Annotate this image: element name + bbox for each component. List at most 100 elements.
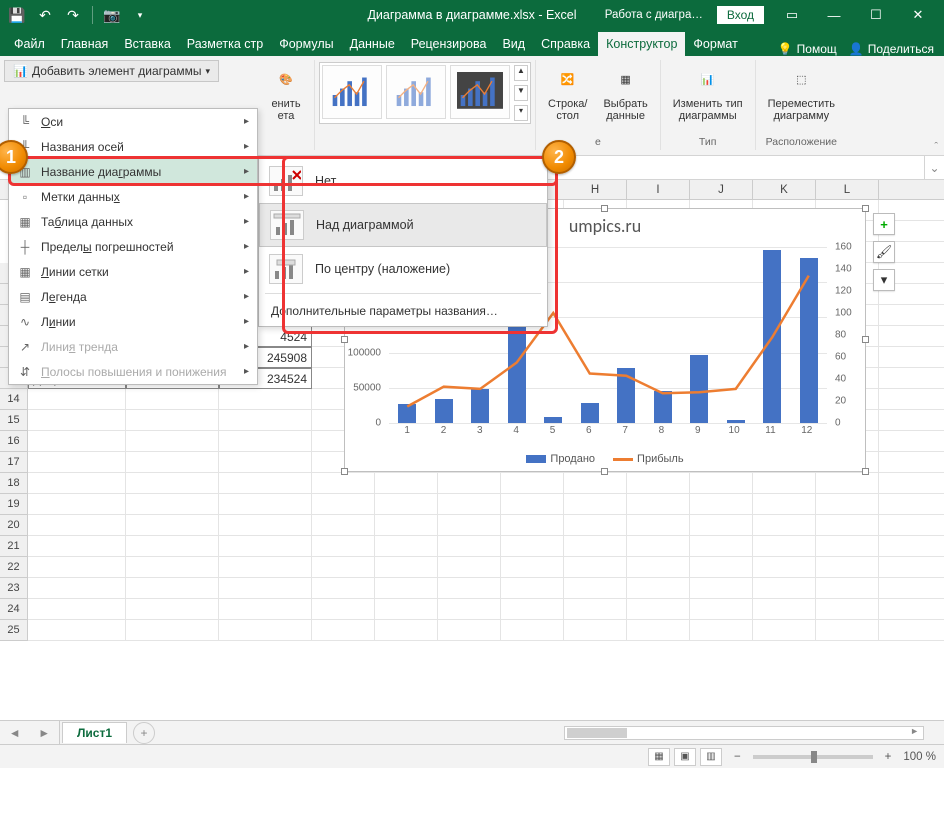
chart-styles-button[interactable]: 🖌 (873, 241, 895, 263)
select-data-icon: ▦ (610, 64, 642, 96)
lightbulb-icon: 💡 (778, 42, 793, 56)
zoom-in-icon[interactable]: + (885, 751, 892, 763)
gallery-up-icon[interactable]: ▲ (514, 65, 528, 81)
share-button[interactable]: 👤Поделиться (849, 42, 934, 56)
ribbon-tabs: Файл Главная Вставка Разметка стр Формул… (0, 30, 944, 56)
submenu-none[interactable]: Нет (259, 159, 547, 203)
styles-group-label (424, 136, 427, 148)
tab-data[interactable]: Данные (342, 32, 403, 56)
new-sheet-button[interactable]: + (133, 722, 155, 744)
tab-design[interactable]: Конструктор (598, 32, 685, 56)
submenu-centered-overlay[interactable]: По центру (наложение) (259, 247, 547, 291)
chart-style-gallery[interactable]: ▲ ▼ ▾ (319, 62, 531, 124)
palette-icon: 🎨 (270, 64, 302, 96)
collapse-ribbon-icon[interactable]: ˆ (934, 141, 938, 153)
menu-error-bars[interactable]: ┼Пределы погрешностей▸ (9, 234, 257, 259)
none-icon (269, 166, 303, 196)
tab-insert[interactable]: Вставка (116, 32, 178, 56)
menu-legend[interactable]: ▤Легенда▸ (9, 284, 257, 309)
colhdr-H[interactable]: H (564, 180, 627, 199)
undo-icon[interactable]: ↶ (34, 4, 56, 26)
row-header[interactable]: 24 (0, 599, 28, 620)
chart-style-3[interactable] (450, 65, 510, 119)
chart-styles-group: ▲ ▼ ▾ (315, 60, 536, 150)
gallery-more-icon[interactable]: ▾ (514, 105, 528, 121)
tab-page-layout[interactable]: Разметка стр (179, 32, 271, 56)
sheet-nav-next-icon[interactable]: ► (38, 726, 50, 740)
colhdr-I[interactable]: I (627, 180, 690, 199)
minimize-icon[interactable]: — (814, 0, 854, 30)
type-group: 📊 Изменить тип диаграммы Тип (661, 60, 756, 150)
add-chart-element-button[interactable]: 📊 Добавить элемент диаграммы ▾ (4, 60, 219, 82)
menu-lines[interactable]: ∿Линии▸ (9, 309, 257, 334)
contextual-tab-label: Работа с диагра… (597, 6, 711, 24)
tab-home[interactable]: Главная (53, 32, 117, 56)
zoom-level[interactable]: 100 % (903, 751, 936, 763)
qat-customize-icon[interactable]: ▾ (129, 4, 151, 26)
row-header[interactable]: 15 (0, 410, 28, 431)
centered-icon (269, 254, 303, 284)
row-header[interactable]: 23 (0, 578, 28, 599)
zoom-slider[interactable] (753, 755, 873, 759)
row-header[interactable]: 19 (0, 494, 28, 515)
move-chart-icon: ⬚ (785, 64, 817, 96)
tab-formulas[interactable]: Формулы (271, 32, 341, 56)
row-header[interactable]: 20 (0, 515, 28, 536)
row-header[interactable]: 17 (0, 452, 28, 473)
gallery-down-icon[interactable]: ▼ (514, 85, 528, 101)
gridlines-icon: ▦ (15, 265, 35, 279)
menu-trendline: ↗Линия тренда▸ (9, 334, 257, 359)
row-header[interactable]: 22 (0, 557, 28, 578)
change-chart-type-button[interactable]: 📊 Изменить тип диаграммы (669, 62, 747, 124)
change-colors-button[interactable]: 🎨 енить ета (266, 62, 306, 124)
submenu-more-options[interactable]: Дополнительные параметры названия… (259, 296, 547, 326)
menu-axis-titles[interactable]: ╙Названия осей▸ (9, 134, 257, 159)
chart-elements-button[interactable]: + (873, 213, 895, 235)
close-icon[interactable]: ✕ (898, 0, 938, 30)
page-break-view-icon[interactable]: ▥ (700, 748, 722, 766)
tab-review[interactable]: Рецензирова (403, 32, 495, 56)
zoom-out-icon[interactable]: − (734, 751, 741, 763)
maximize-icon[interactable]: ☐ (856, 0, 896, 30)
ribbon-options-icon[interactable]: ▭ (772, 0, 812, 30)
sheet-nav-prev-icon[interactable]: ◄ (9, 726, 21, 740)
menu-axes[interactable]: ╚Оси▸ (9, 109, 257, 134)
sheet-tab-1[interactable]: Лист1 (62, 722, 127, 743)
move-chart-button[interactable]: ⬚ Переместить диаграмму (764, 62, 839, 124)
chart-filter-button[interactable]: ▾ (873, 269, 895, 291)
expand-formula-bar-icon[interactable]: ⌄ (924, 156, 944, 179)
select-data-button[interactable]: ▦ Выбрать данные (599, 62, 651, 124)
tell-me[interactable]: 💡Помощ (778, 42, 837, 56)
colhdr-L[interactable]: L (816, 180, 879, 199)
chart-legend[interactable]: Продано Прибыль (345, 453, 865, 465)
row-header[interactable]: 14 (0, 389, 28, 410)
colhdr-K[interactable]: K (753, 180, 816, 199)
tab-format[interactable]: Формат (685, 32, 745, 56)
tab-help[interactable]: Справка (533, 32, 598, 56)
chart-style-1[interactable] (322, 65, 382, 119)
save-icon[interactable]: 💾 (6, 4, 28, 26)
redo-icon[interactable]: ↷ (62, 4, 84, 26)
menu-data-table[interactable]: ▦Таблица данных▸ (9, 209, 257, 234)
row-header[interactable]: 21 (0, 536, 28, 557)
horizontal-scrollbar[interactable]: ◄► (564, 726, 924, 740)
chart-style-2[interactable] (386, 65, 446, 119)
login-button[interactable]: Вход (717, 6, 764, 24)
menu-data-labels[interactable]: ▫Метки данных▸ (9, 184, 257, 209)
row-header[interactable]: 16 (0, 431, 28, 452)
page-layout-view-icon[interactable]: ▣ (674, 748, 696, 766)
tab-view[interactable]: Вид (494, 32, 533, 56)
row-header[interactable]: 25 (0, 620, 28, 641)
tab-file[interactable]: Файл (6, 32, 53, 56)
normal-view-icon[interactable]: ▦ (648, 748, 670, 766)
colhdr-J[interactable]: J (690, 180, 753, 199)
error-bars-icon: ┼ (15, 240, 35, 254)
annotation-badge-2: 2 (542, 140, 576, 174)
menu-chart-title[interactable]: ▥Название диаграммы▸ (9, 159, 257, 184)
camera-icon[interactable]: 📷 (101, 4, 123, 26)
menu-gridlines[interactable]: ▦Линии сетки▸ (9, 259, 257, 284)
submenu-above-chart[interactable]: Над диаграммой (259, 203, 547, 247)
share-icon: 👤 (849, 42, 864, 56)
row-header[interactable]: 18 (0, 473, 28, 494)
switch-row-column-button[interactable]: 🔀 Строка/ стол (544, 62, 591, 124)
